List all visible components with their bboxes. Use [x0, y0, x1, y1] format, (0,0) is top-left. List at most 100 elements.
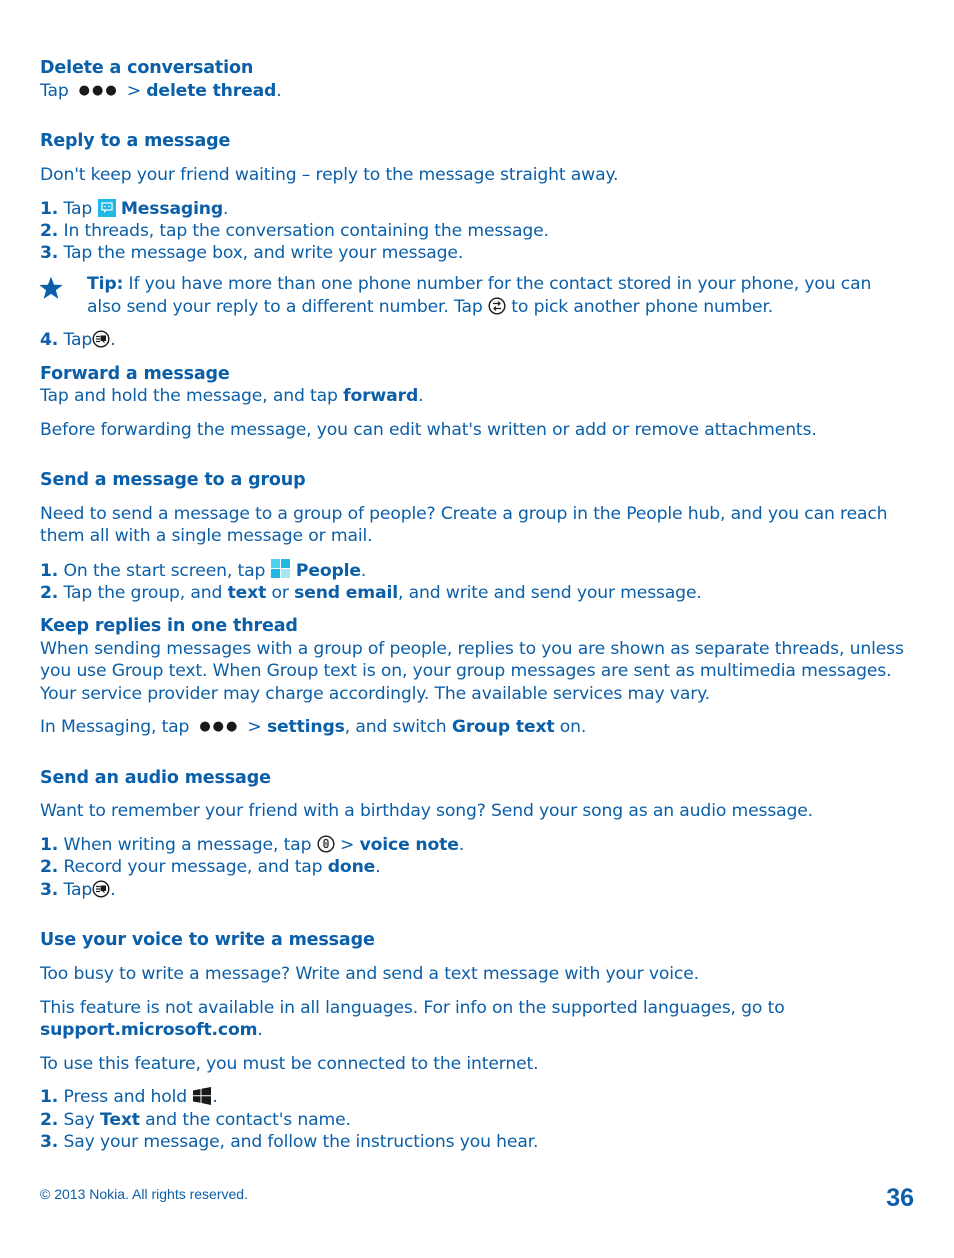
- voice-availability-2: support.microsoft.com.: [40, 1019, 263, 1042]
- voice-intro: Too busy to write a message? Write and s…: [40, 964, 699, 984]
- people-label: People: [295, 561, 361, 581]
- text: .: [276, 81, 282, 101]
- step-number: 1.: [40, 835, 59, 855]
- text: .: [110, 330, 116, 350]
- messaging-label: Messaging: [120, 199, 224, 219]
- text: .: [458, 835, 465, 855]
- text: Tap: [63, 199, 93, 219]
- text: On the start screen, tap: [63, 561, 266, 581]
- delete-thread-label: delete thread: [146, 81, 277, 101]
- heading-keep-replies: Keep replies in one thread: [40, 616, 298, 636]
- support-link[interactable]: support.microsoft.com: [40, 1020, 258, 1040]
- heading-voice-message: Use your voice to write a message: [40, 930, 375, 950]
- text: to pick another phone number.: [511, 297, 774, 317]
- text: >: [339, 835, 355, 855]
- group-text-setting: In Messaging, tap ●●● > settings, and swit…: [40, 716, 586, 739]
- text: >: [126, 81, 141, 101]
- text: Tap: [63, 880, 93, 900]
- delete-instruction: Tap ●●● > delete thread.: [40, 80, 282, 103]
- heading-delete-conversation: Delete a conversation: [40, 58, 254, 78]
- step-number: 1.: [40, 561, 59, 581]
- text: on.: [559, 717, 587, 737]
- send-icon: [92, 330, 110, 355]
- text: In threads, tap the conversation contain…: [63, 221, 549, 241]
- text: Say: [63, 1110, 95, 1130]
- step-number: 2.: [40, 583, 59, 603]
- text: .: [375, 857, 381, 877]
- step-number: 2.: [40, 1110, 59, 1130]
- text: , and write and send your message.: [397, 583, 702, 603]
- step-number: 2.: [40, 221, 59, 241]
- text: Tap the group, and: [63, 583, 223, 603]
- done-label: done: [327, 857, 376, 877]
- voice-step-1: 1. Press and hold .: [40, 1086, 218, 1112]
- text: Record your message, and tap: [63, 857, 323, 877]
- forward-note: Before forwarding the message, you can e…: [40, 420, 817, 440]
- tip-line-2: also send your reply to a different numb…: [87, 296, 773, 322]
- text: .: [257, 1020, 263, 1040]
- heading-send-to-group: Send a message to a group: [40, 470, 306, 490]
- step-number: 3.: [40, 243, 59, 263]
- text: also send your reply to a different numb…: [87, 297, 483, 317]
- step-number: 1.: [40, 1087, 59, 1107]
- forward-instruction: Tap and hold the message, and tap forwar…: [40, 385, 424, 408]
- audio-step-3: 3. Tap.: [40, 879, 116, 905]
- reply-step-4: 4. Tap.: [40, 329, 116, 355]
- text: and the contact's name.: [145, 1110, 351, 1130]
- more-options-icon: ●●●: [78, 83, 119, 98]
- group-step-2: 2. Tap the group, and text or send email…: [40, 582, 702, 605]
- voice-step-2: 2. Say Text and the contact's name.: [40, 1109, 351, 1132]
- text: , and switch: [344, 717, 447, 737]
- audio-step-2: 2. Record your message, and tap done.: [40, 856, 381, 879]
- keep-line-3: Your service provider may charge accordi…: [40, 684, 710, 704]
- send-email-label: send email: [294, 583, 398, 603]
- reply-intro: Don't keep your friend waiting – reply t…: [40, 165, 619, 185]
- windows-key-icon: [192, 1087, 212, 1112]
- text: Tap: [63, 330, 93, 350]
- voice-availability-1: This feature is not available in all lan…: [40, 998, 785, 1018]
- text: .: [418, 386, 424, 406]
- settings-label: settings: [266, 717, 345, 737]
- page-number: 36: [886, 1184, 914, 1212]
- text: Say your message, and follow the instruc…: [63, 1132, 539, 1152]
- heading-reply-to-message: Reply to a message: [40, 131, 231, 151]
- send-icon: [92, 880, 110, 905]
- step-number: 2.: [40, 857, 59, 877]
- audio-intro: Want to remember your friend with a birt…: [40, 801, 813, 821]
- step-number: 3.: [40, 1132, 59, 1152]
- text: >: [247, 717, 262, 737]
- text: .: [212, 1087, 218, 1107]
- step-number: 3.: [40, 880, 59, 900]
- voice-step-3: 3. Say your message, and follow the inst…: [40, 1131, 539, 1154]
- text: If you have more than one phone number f…: [128, 274, 872, 294]
- text: .: [110, 880, 116, 900]
- tip-star-icon: [39, 276, 63, 299]
- step-number: 1.: [40, 199, 59, 219]
- switch-number-icon: [488, 297, 506, 322]
- text: Press and hold: [63, 1087, 188, 1107]
- tip-label: Tip:: [87, 274, 124, 294]
- step-number: 4.: [40, 330, 59, 350]
- group-intro-1: Need to send a message to a group of peo…: [40, 504, 888, 524]
- more-options-icon: ●●●: [199, 719, 240, 734]
- reply-step-3: 3. Tap the message box, and write your m…: [40, 242, 463, 265]
- group-intro-2: them all with a single message or mail.: [40, 526, 373, 546]
- reply-step-2: 2. In threads, tap the conversation cont…: [40, 220, 549, 243]
- text: In Messaging, tap: [40, 717, 190, 737]
- text-command-label: Text: [100, 1110, 140, 1130]
- text: .: [223, 199, 229, 219]
- text: When writing a message, tap: [63, 835, 312, 855]
- text: Tap: [40, 81, 69, 101]
- copyright-notice: © 2013 Nokia. All rights reserved.: [40, 1186, 248, 1202]
- text: .: [360, 561, 367, 581]
- text: Tap the message box, and write your mess…: [63, 243, 464, 263]
- voice-internet-note: To use this feature, you must be connect…: [40, 1054, 539, 1074]
- text-label: text: [227, 583, 267, 603]
- forward-label: forward: [343, 386, 419, 406]
- text: Tap and hold the message, and tap: [40, 386, 338, 406]
- tip-line-1: Tip: If you have more than one phone num…: [87, 273, 871, 296]
- group-text-label: Group text: [451, 717, 555, 737]
- heading-audio-message: Send an audio message: [40, 768, 271, 788]
- voice-note-label: voice note: [359, 835, 459, 855]
- heading-forward-message: Forward a message: [40, 364, 230, 384]
